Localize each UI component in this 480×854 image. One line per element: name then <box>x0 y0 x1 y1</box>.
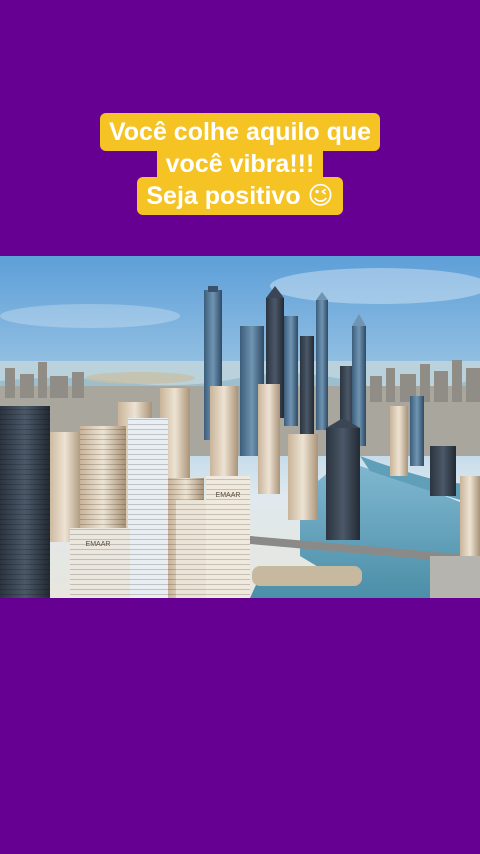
app-root: { "caption": { "lines": [ "Você colhe aq… <box>0 0 480 854</box>
caption-line-3: Seja positivo 😉 <box>137 177 343 215</box>
tower-sign-right: EMAAR <box>216 492 241 499</box>
skyline-illustration: EMAAR EMAAR <box>0 256 480 598</box>
tower-sign-left: EMAAR <box>86 541 111 548</box>
caption-block: Você colhe aquilo que você vibra!!! Seja… <box>0 113 480 215</box>
city-skyline-photo: EMAAR EMAAR <box>0 256 480 598</box>
